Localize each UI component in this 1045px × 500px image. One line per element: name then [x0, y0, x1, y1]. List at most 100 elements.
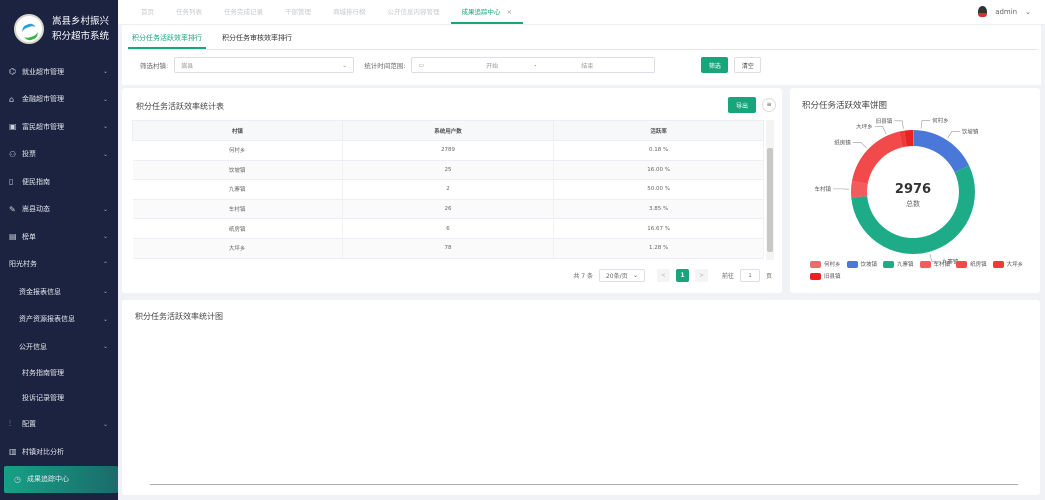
village-select[interactable]: 嵩县 ⌄: [174, 57, 355, 73]
table-row[interactable]: 何村乡 2789 0.18 %: [132, 140, 764, 161]
column-header[interactable]: 系统用户数: [341, 120, 555, 141]
pagination: 共 7 条 20条/页 ⌄ < 1 > 前往 页: [573, 269, 772, 282]
username: admin: [995, 7, 1018, 16]
sidebar-item-label: 成果追踪中心: [27, 475, 69, 484]
sidebar-item-label: 村镇对比分析: [22, 447, 64, 456]
pie-slice-1[interactable]: [913, 130, 970, 173]
tab-label: 公开信息内容管理: [387, 8, 440, 16]
bar-card: 积分任务活跃效率统计图: [122, 300, 1040, 495]
sidebar-item-1[interactable]: ⌂ 金融超市管理 ⌄: [0, 86, 118, 114]
chevron-icon: ⌄: [102, 343, 108, 351]
subtab-review[interactable]: 积分任务审核效率排行: [218, 30, 296, 49]
sidebar-item-12[interactable]: 投诉记录管理: [0, 386, 118, 411]
pie-label: 车村镇: [815, 185, 832, 193]
legend-item[interactable]: 大坪乡: [992, 260, 1023, 268]
table-cell: 16.00 %: [553, 160, 764, 181]
tab-1[interactable]: 任务列表: [165, 6, 213, 24]
sidebar-item-3[interactable]: ⚇ 投票 ⌄: [0, 141, 118, 169]
sidebar-item-8[interactable]: 资金报表信息 ⌄: [0, 278, 118, 306]
prev-page-button[interactable]: <: [656, 269, 670, 282]
chevron-icon: ⌄: [102, 150, 108, 158]
legend-item[interactable]: 纸房镇: [956, 260, 987, 268]
table-row[interactable]: 九寨镇 2 50.00 %: [132, 179, 764, 200]
chevron-down-icon: ⌄: [342, 61, 348, 69]
table-row[interactable]: 纸房镇 6 16.67 %: [132, 218, 764, 239]
sidebar-item-7[interactable]: 阳光村务 ⌃: [0, 251, 118, 279]
legend-item[interactable]: 何村乡: [810, 260, 841, 268]
sidebar-item-14[interactable]: ▥ 村镇对比分析: [0, 438, 118, 466]
column-header[interactable]: 村镇: [132, 120, 343, 141]
sidebar-item-15[interactable]: ◷ 成果追踪中心: [4, 465, 118, 493]
sidebar-item-9[interactable]: 资产资源报表信息 ⌄: [0, 306, 118, 334]
tab-5[interactable]: 公开信息内容管理: [377, 6, 451, 24]
pie-label-line: [852, 142, 867, 149]
sidebar-item-label: 投票: [22, 150, 36, 159]
sidebar-item-5[interactable]: ✎ 嵩县动态 ⌄: [0, 196, 118, 224]
sidebar-item-2[interactable]: ▣ 富民超市管理 ⌄: [0, 113, 118, 141]
clear-button[interactable]: 清空: [734, 57, 762, 73]
pie-label-line: [920, 120, 931, 129]
page-unit: 页: [765, 273, 772, 280]
sidebar-item-11[interactable]: 村务指南管理: [0, 361, 118, 386]
column-menu-icon[interactable]: ≡: [762, 98, 776, 112]
logo-emblem: [14, 14, 44, 44]
chevron-icon: ⌄: [102, 205, 108, 213]
tab-4[interactable]: 商城排行榜: [322, 6, 377, 24]
tab-2[interactable]: 任务完成记录: [213, 6, 274, 24]
tab-3[interactable]: 干部管理: [274, 6, 322, 24]
table-row[interactable]: 车村镇 26 3.85 %: [132, 199, 764, 220]
tab-label: 任务完成记录: [224, 8, 263, 16]
pie-slice-2[interactable]: [851, 165, 975, 255]
board-icon: ▤: [9, 232, 17, 242]
column-header[interactable]: 活跃率: [553, 120, 764, 141]
page-size-select[interactable]: 20条/页 ⌄: [598, 269, 645, 282]
pie-slice-4[interactable]: [851, 131, 903, 184]
filter-button[interactable]: 筛选: [701, 57, 729, 73]
table-scrollbar[interactable]: [766, 120, 774, 260]
end-date-input[interactable]: 结束: [562, 61, 612, 70]
page-1-button[interactable]: 1: [675, 269, 689, 282]
chart-icon: ▥: [9, 447, 17, 457]
sidebar-item-10[interactable]: 公开信息 ⌄: [0, 333, 118, 361]
table-cell: 0.18 %: [553, 140, 764, 161]
close-icon[interactable]: ×: [507, 8, 512, 16]
date-range-input[interactable]: ▭ 开始 - 结束: [411, 57, 656, 73]
legend-item[interactable]: 旧县镇: [810, 272, 841, 280]
export-button[interactable]: 导出: [728, 97, 756, 113]
subtab-activity[interactable]: 积分任务活跃效率排行: [128, 30, 206, 49]
tab-6[interactable]: 成果追踪中心 ×: [450, 6, 524, 24]
next-page-button[interactable]: >: [694, 269, 708, 282]
village-label: 筛选村镇:: [140, 62, 169, 70]
document-icon: ▯: [9, 177, 14, 187]
pie-slice-3[interactable]: [851, 181, 868, 198]
user-menu[interactable]: admin ⌄: [978, 6, 1031, 17]
tab-label: 商城排行榜: [333, 8, 366, 16]
start-date-input[interactable]: 开始: [462, 61, 522, 70]
legend-item[interactable]: 饮坡镇: [846, 260, 877, 268]
legend-item[interactable]: 九寨镇: [883, 260, 914, 268]
sidebar-item-6[interactable]: ▤ 榜单 ⌄: [0, 223, 118, 251]
sidebar-item-4[interactable]: ▯ 便民指南: [0, 168, 118, 196]
page-size-value: 20条/页: [605, 273, 628, 280]
legend-label: 何村乡: [824, 262, 841, 268]
sitemap-icon: ⌬: [9, 67, 16, 77]
sidebar-item-13[interactable]: ⫶ 配置 ⌄: [0, 411, 118, 439]
sidebar-item-label: 嵩县动态: [22, 205, 50, 214]
legend-item[interactable]: 车村镇: [919, 260, 950, 268]
tab-0[interactable]: 首页: [130, 6, 165, 24]
sidebar: 嵩县乡村振兴 积分超市系统 ⌬ 就业超市管理 ⌄ ⌂ 金融超市管理 ⌄ ▣ 富民超市管理 ⌄ ⚇ 投票…: [0, 0, 118, 500]
sidebar-item-0[interactable]: ⌬ 就业超市管理 ⌄: [0, 58, 118, 86]
sidebar-item-label: 就业超市管理: [22, 67, 64, 76]
table-row[interactable]: 饮坡镇 25 16.00 %: [132, 160, 764, 181]
table-row[interactable]: 大坪乡 78 1.28 %: [132, 238, 764, 259]
legend-label: 旧县镇: [824, 274, 841, 280]
range-label: 统计时间范围:: [364, 62, 406, 70]
table-cell: 3.85 %: [553, 199, 764, 220]
sidebar-item-label: 榜单: [22, 232, 36, 241]
sidebar-item-label: 村务指南管理: [22, 369, 64, 377]
x-axis-line: [150, 484, 1018, 485]
goto-page-input[interactable]: [739, 269, 760, 282]
sidebar-item-label: 投诉记录管理: [22, 394, 64, 402]
scrollbar-thumb[interactable]: [767, 148, 773, 252]
app-title-1: 嵩县乡村振兴: [52, 16, 110, 27]
